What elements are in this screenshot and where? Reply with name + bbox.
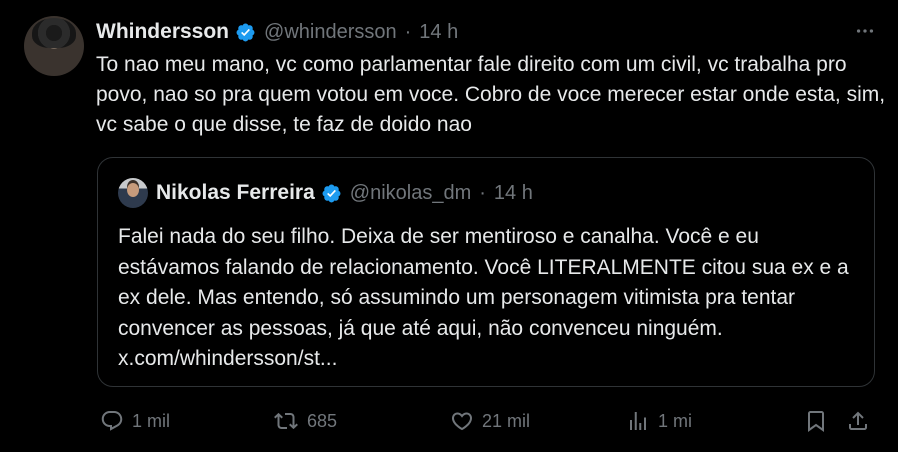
author-name[interactable]: Whindersson xyxy=(96,20,229,44)
retweet-button[interactable]: 685 xyxy=(273,406,337,436)
separator-dot: · xyxy=(404,20,412,43)
views-icon xyxy=(630,412,646,430)
views-count: 1 mi xyxy=(658,410,693,431)
share-button[interactable] xyxy=(846,406,870,436)
verified-badge-icon xyxy=(321,183,342,204)
tweet-actions: 1 mil 685 21 mil 1 mi xyxy=(96,406,876,436)
tweet-time[interactable]: 14 h xyxy=(419,21,458,44)
share-icon xyxy=(849,411,867,430)
reply-icon xyxy=(101,411,123,431)
quoted-author-name[interactable]: Nikolas Ferreira xyxy=(156,181,315,205)
retweet-count: 685 xyxy=(307,410,338,431)
bookmark-icon xyxy=(808,411,824,432)
retweet-icon xyxy=(274,412,298,430)
quoted-tweet-time[interactable]: 14 h xyxy=(494,182,533,205)
bookmark-button[interactable] xyxy=(804,406,828,436)
like-count: 21 mil xyxy=(482,410,531,431)
like-button[interactable]: 21 mil xyxy=(450,406,530,436)
views-button[interactable]: 1 mi xyxy=(626,406,692,436)
author-handle[interactable]: @whindersson xyxy=(264,21,397,44)
more-icon[interactable] xyxy=(854,20,876,47)
tweet[interactable]: Whindersson @whindersson · 14 h To nao m… xyxy=(0,0,898,452)
quoted-author-handle[interactable]: @nikolas_dm xyxy=(350,182,471,205)
reply-count: 1 mil xyxy=(132,410,171,431)
quoted-tweet-text: Falei nada do seu filho. Deixa de ser me… xyxy=(118,225,849,370)
tweet-header: Whindersson @whindersson · 14 h xyxy=(96,18,458,46)
separator-dot: · xyxy=(479,181,486,204)
author-avatar[interactable] xyxy=(24,16,84,76)
quoted-tweet-header: Nikolas Ferreira @nikolas_dm · 14 h xyxy=(118,178,533,208)
quoted-tweet[interactable]: Nikolas Ferreira @nikolas_dm · 14 h Fale… xyxy=(97,157,875,387)
tweet-text: To nao meu mano, vc como parlamentar fal… xyxy=(96,53,886,136)
reply-button[interactable]: 1 mil xyxy=(100,406,170,436)
verified-badge-icon xyxy=(235,22,256,43)
like-icon xyxy=(451,412,473,431)
quoted-author-avatar[interactable] xyxy=(118,178,148,208)
